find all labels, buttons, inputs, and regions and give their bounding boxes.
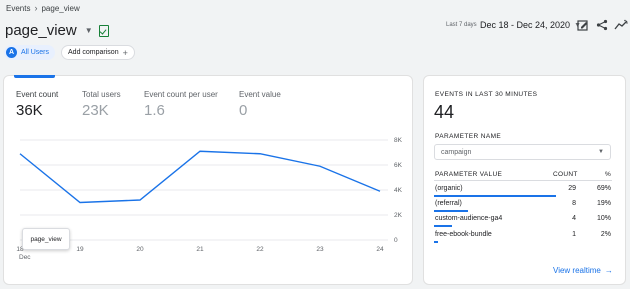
- parameter-row-count: 4: [572, 215, 576, 222]
- caret-down-icon: ▼: [598, 149, 604, 155]
- x-tick-label: 19: [76, 246, 84, 253]
- metric-label: Event count: [16, 90, 59, 99]
- metric-label: Event value: [239, 90, 281, 99]
- col-pct: %: [605, 171, 612, 178]
- insights-icon[interactable]: [614, 17, 628, 33]
- parameter-row-bar: [434, 195, 556, 197]
- parameter-select[interactable]: campaign ▼: [434, 144, 611, 160]
- parameter-row-bar: [434, 241, 438, 243]
- breadcrumb-events-link[interactable]: Events: [6, 4, 30, 13]
- x-tick-label: 20: [136, 246, 144, 253]
- event-count-series-line: [19, 150, 381, 204]
- realtime-heading: EVENTS IN LAST 30 MINUTES: [435, 91, 538, 98]
- data-point[interactable]: [18, 152, 22, 156]
- col-count: COUNT: [553, 171, 578, 178]
- metric-value: 0: [239, 102, 248, 119]
- verified-doc-icon[interactable]: [98, 24, 109, 37]
- x-tick-label: 24: [376, 246, 384, 253]
- add-comparison-button[interactable]: Add comparison +: [61, 45, 135, 60]
- parameter-row-name: custom-audience-ga4: [435, 215, 503, 222]
- caret-down-icon[interactable]: ▼: [85, 26, 93, 35]
- data-point[interactable]: [198, 149, 202, 153]
- plus-icon: +: [122, 47, 128, 58]
- add-comparison-label: Add comparison: [68, 49, 119, 56]
- data-point[interactable]: [78, 201, 82, 205]
- x-month-label: Dec: [19, 254, 31, 260]
- view-realtime-link[interactable]: View realtime →: [553, 266, 613, 275]
- parameter-select-value: campaign: [441, 148, 472, 156]
- view-realtime-label: View realtime: [553, 266, 601, 275]
- arrow-right-icon: →: [604, 266, 613, 275]
- table-divider: [434, 180, 612, 181]
- col-parameter-value: PARAMETER VALUE: [435, 171, 503, 178]
- chart-tooltip: page_view: [22, 228, 70, 250]
- metric-value: 23K: [82, 102, 109, 119]
- parameter-row-count: 29: [568, 185, 576, 192]
- y-tick-label: 2K: [394, 212, 403, 219]
- breadcrumb-current: page_view: [41, 3, 80, 13]
- date-range-picker[interactable]: Dec 18 - Dec 24, 2020 ▼: [480, 20, 581, 30]
- data-point[interactable]: [138, 198, 142, 202]
- y-tick-label: 6K: [394, 162, 403, 169]
- parameter-row-pct: 2%: [600, 231, 611, 238]
- parameter-row-bar: [434, 225, 452, 227]
- x-tick-label: 21: [196, 246, 204, 253]
- comparison-chips: A All Users Add comparison +: [4, 45, 135, 60]
- chevron-right-icon: ›: [34, 3, 38, 13]
- parameter-row-pct: 69%: [596, 185, 611, 192]
- customize-report-icon[interactable]: [576, 17, 590, 33]
- parameter-row-bar: [434, 210, 468, 212]
- all-users-label: All Users: [21, 49, 50, 56]
- parameter-name-heading: PARAMETER NAME: [435, 133, 502, 140]
- date-range-label: Last 7 days: [446, 22, 477, 28]
- parameter-row-name: (referral): [435, 200, 462, 207]
- parameter-row-name: (organic): [435, 185, 463, 192]
- parameter-row-name: free-ebook-bundle: [435, 231, 492, 238]
- x-tick-label: 23: [316, 246, 324, 253]
- parameter-row-count: 1: [572, 231, 576, 238]
- realtime-count: 44: [434, 102, 455, 122]
- metric-value: 36K: [16, 102, 43, 119]
- y-tick-label: 8K: [394, 137, 403, 144]
- data-point[interactable]: [378, 189, 382, 193]
- metric-event-value[interactable]: Event value 0: [239, 90, 281, 119]
- all-users-chip[interactable]: A All Users: [4, 45, 56, 60]
- metric-label: Total users: [82, 90, 121, 99]
- x-tick-label: 22: [256, 246, 264, 253]
- segment-badge: A: [6, 47, 17, 58]
- share-icon[interactable]: [595, 17, 609, 33]
- metric-value: 1.6: [144, 102, 165, 119]
- parameter-row-count: 8: [572, 200, 576, 207]
- data-point[interactable]: [318, 164, 322, 168]
- metric-total-users[interactable]: Total users 23K: [82, 90, 121, 119]
- metric-event-count[interactable]: Event count 36K: [16, 90, 58, 119]
- data-point[interactable]: [258, 152, 262, 156]
- metric-label: Event count per user: [144, 90, 218, 99]
- page-title: page_view: [5, 22, 77, 39]
- active-metric-indicator: [14, 75, 55, 78]
- y-tick-label: 0: [394, 237, 398, 244]
- date-range-value: Dec 18 - Dec 24, 2020: [480, 20, 571, 30]
- parameter-row-pct: 19%: [596, 200, 611, 207]
- parameter-row-pct: 10%: [596, 215, 611, 222]
- metric-event-count-per-user[interactable]: Event count per user 1.6: [144, 90, 218, 119]
- page-title-row: page_view ▼: [5, 22, 109, 39]
- breadcrumb: Events › page_view: [6, 3, 80, 13]
- y-tick-label: 4K: [394, 187, 403, 194]
